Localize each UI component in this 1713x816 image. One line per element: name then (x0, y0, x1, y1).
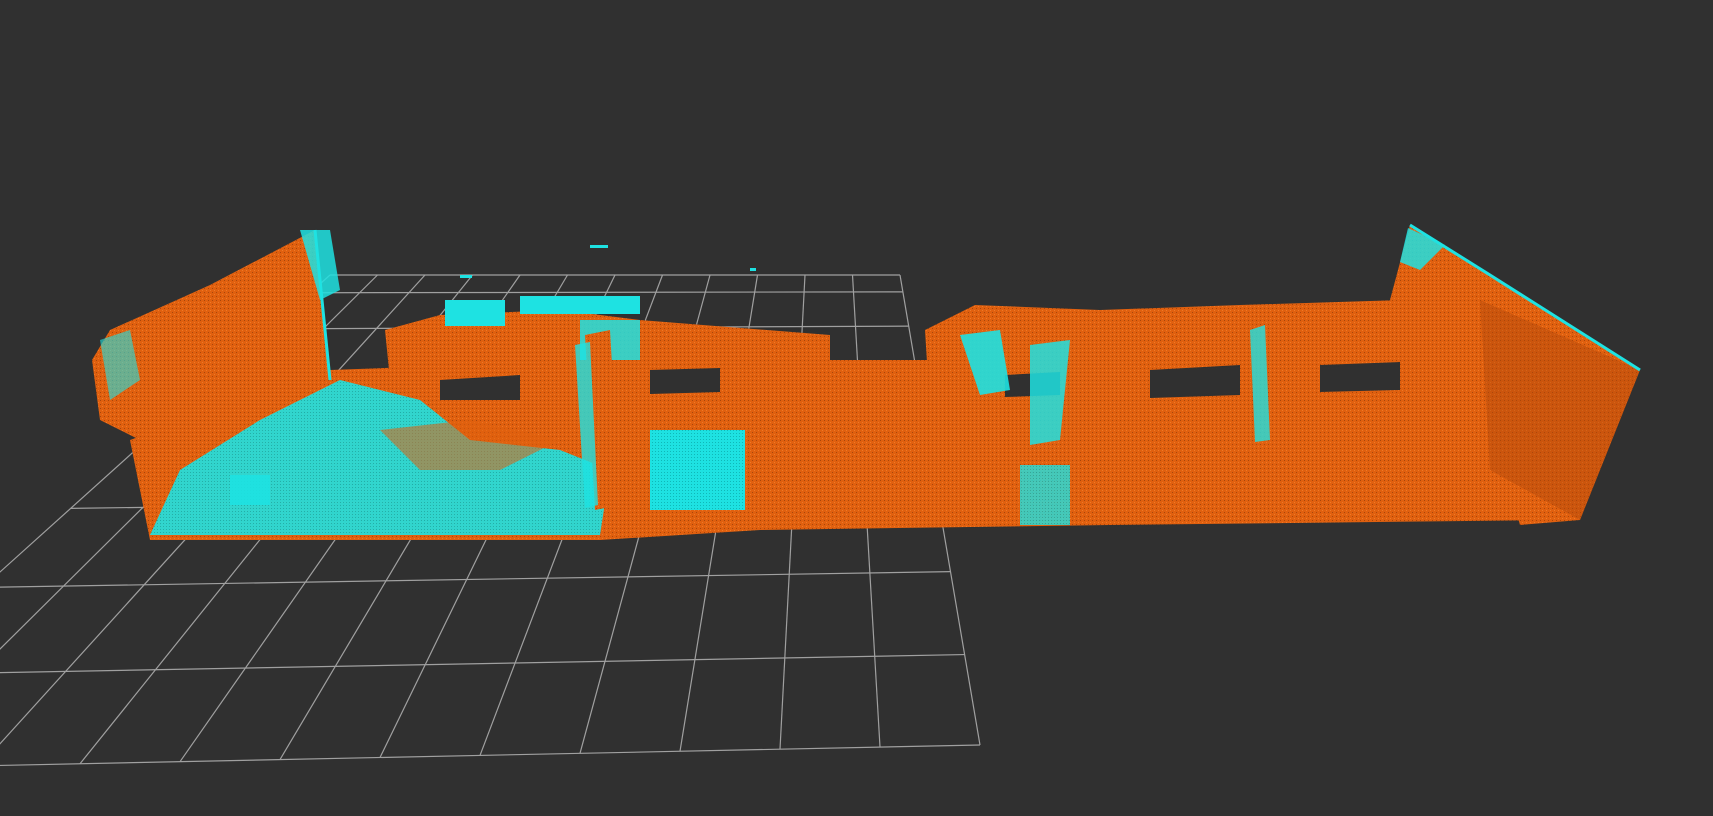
grid-line (310, 291, 903, 294)
point-cloud-gap (650, 368, 720, 394)
point-cloud-cyan-fragment (230, 475, 270, 505)
point-cloud-map (92, 223, 1641, 540)
grid-line (0, 571, 951, 588)
point-cloud-cyan-fragment (1020, 465, 1070, 525)
point-cloud-cyan-desk (650, 430, 745, 510)
point-cloud-cyan-fragment (750, 268, 756, 271)
point-cloud-cyan-desk (445, 300, 505, 326)
3d-viewport[interactable] (0, 0, 1713, 816)
grid-line (0, 744, 981, 767)
point-cloud-cyan-fragment (590, 245, 608, 248)
point-cloud-gap (1320, 362, 1400, 392)
point-cloud-cyan-fragment (460, 275, 472, 278)
grid-line (0, 653, 965, 674)
point-cloud-gap (1150, 365, 1240, 398)
point-cloud-scene[interactable] (0, 0, 1713, 816)
point-cloud-cyan-desk (520, 296, 640, 314)
